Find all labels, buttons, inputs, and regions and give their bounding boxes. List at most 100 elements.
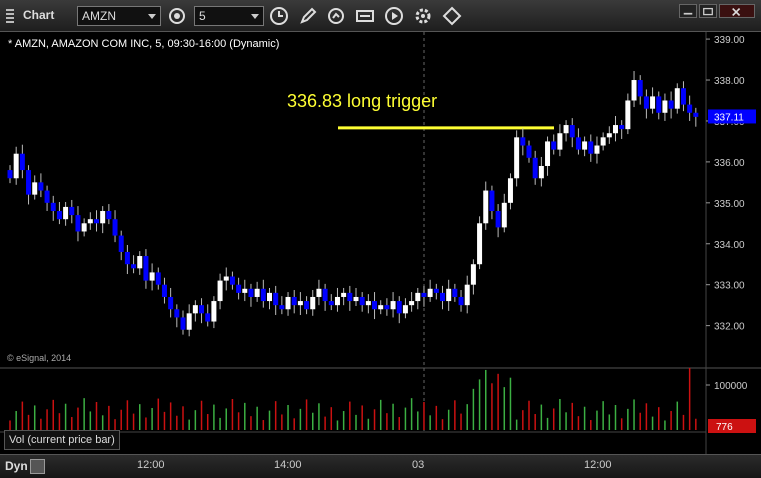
candle-up [557,133,563,150]
candle-up [650,96,656,109]
volume-bars [9,368,697,430]
candle-up [242,288,248,293]
candle-up [217,280,223,302]
candle-down [588,141,594,154]
quote-button[interactable] [354,5,376,27]
chart-title[interactable]: Chart [4,8,64,24]
candle-down [372,301,378,310]
candle-down [328,301,334,306]
candle-down [526,145,532,158]
candle-down [433,288,439,293]
candle-up [514,137,520,179]
candle-down [693,112,699,117]
candle-up [563,125,569,134]
candle-down [575,137,581,150]
minimize-button[interactable] [679,4,697,18]
diamond-icon [442,6,462,26]
candle-up [254,288,260,297]
candle-up [32,182,38,195]
gear-icon [415,8,431,24]
chart-window: Chart AMZN 5 339.00 338.00 336.00 335.00… [0,0,761,478]
candle-down [168,296,174,310]
play-button[interactable] [383,5,405,27]
candle-up [477,223,483,265]
maximize-button[interactable] [699,4,717,18]
candle-down [495,211,501,228]
candle-up [390,301,396,310]
candle-down [273,292,279,306]
time-axis-bar: Dyn 12:00 14:00 03 12:00 [0,454,761,478]
y-tick-label: 333.00 [714,281,745,292]
candle-down [322,288,328,302]
refresh-icon [328,8,344,24]
candle-up [149,272,155,281]
play-icon [385,7,403,25]
gear-icon [169,8,185,24]
copyright-label: © eSignal, 2014 [7,353,72,363]
candle-down [38,182,44,191]
candle-down [229,276,235,285]
draw-tool-button[interactable] [297,5,319,27]
candle-down [199,305,205,314]
candle-up [483,190,489,224]
candle-up [631,80,637,101]
y-tick-label: 339.00 [714,35,745,46]
candle-down [44,190,50,203]
candle-down [421,292,427,297]
candle-up [13,153,19,179]
refresh-button[interactable] [325,5,347,27]
candle-down [56,211,62,220]
x-tick-label: 12:00 [584,459,612,471]
candle-down [643,96,649,109]
candle-down [260,288,266,302]
candle-down [106,211,112,220]
minimize-icon [683,12,693,15]
candle-down [452,288,458,297]
candle-up [63,206,69,220]
candle-down [174,309,180,318]
candle-down [304,301,310,310]
quote-icon [356,10,374,22]
close-button[interactable] [719,4,755,18]
candle-down [143,256,149,281]
candle-down [396,301,402,314]
candle-down [489,190,495,212]
pencil-icon [300,7,317,24]
interval-input[interactable]: 5 [194,6,264,26]
trigger-annotation: 336.83 long trigger [287,91,438,111]
candle-up [334,296,340,306]
candle-up [402,305,408,314]
toolbar: Chart AMZN 5 [0,0,761,32]
candle-down [26,170,32,195]
candle-down [131,264,137,269]
x-tick-label: 12:00 [137,459,165,471]
candle-up [446,288,452,302]
candle-up [186,313,192,330]
candle-down [236,284,242,293]
symbol-lookup-button[interactable] [166,5,188,27]
symbol-input[interactable]: AMZN [77,6,161,26]
symbol-value: AMZN [82,9,116,23]
interval-timer-button[interactable] [268,5,290,27]
candle-down [440,292,445,302]
link-tool-button[interactable] [441,5,463,27]
candle-down [291,296,297,306]
candle-down [384,305,390,310]
candle-down [680,88,686,105]
volume-label: Vol (current price bar) [4,430,120,450]
chevron-down-icon[interactable] [148,14,156,19]
candle-down [50,202,56,212]
candle-up [223,276,229,281]
candle-up [582,141,588,150]
dyn-label[interactable]: Dyn [5,459,28,473]
candle-up [310,296,316,310]
candle-down [118,235,124,252]
chart-title-label: Chart [23,8,55,22]
drag-grip-icon[interactable] [6,9,14,23]
candle-up [316,288,322,297]
chevron-down-icon[interactable] [251,14,259,19]
candle-up [285,296,291,310]
candle-down [687,104,693,113]
settings-button[interactable] [412,5,434,27]
lock-icon[interactable] [30,459,45,474]
